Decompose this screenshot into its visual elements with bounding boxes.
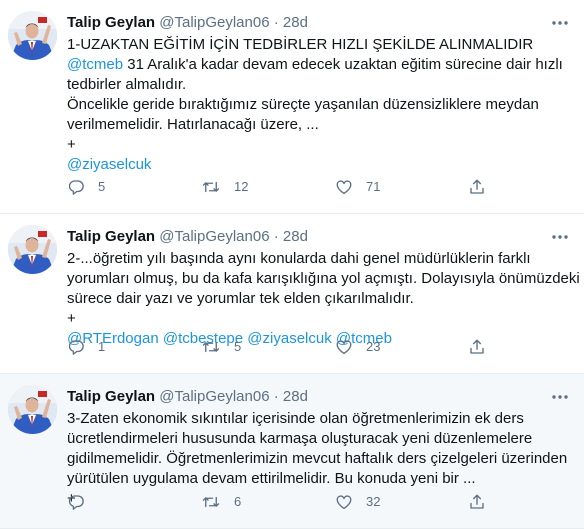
- tweet-text-line: yürütülen uygulama devam ettirilmelidir.…: [67, 469, 572, 489]
- tweet-text-line: @ziyaselcuk: [67, 155, 572, 175]
- tweet-text-line: @tcmeb 31 Aralık'a kadar devam edecek uz…: [67, 55, 572, 75]
- like-button[interactable]: 71: [335, 177, 380, 197]
- likes-count: 23: [366, 339, 381, 354]
- reply-button[interactable]: 1: [67, 337, 105, 357]
- tweet[interactable]: Talip Geylan @TalipGeylan06 · 28d 1-UZAKT…: [0, 0, 584, 214]
- more-dots-icon[interactable]: [548, 387, 572, 407]
- tweet-actions: 5 12 71: [67, 177, 497, 197]
- author-name[interactable]: Talip Geylan: [67, 14, 155, 31]
- likes-count: 71: [366, 179, 381, 194]
- mention-link[interactable]: @ziyaselcuk: [67, 156, 151, 173]
- tweet[interactable]: Talip Geylan @TalipGeylan06 · 28d 2-...öğ…: [0, 214, 584, 374]
- text-segment: yorumları olmuş, bu da kafa karışıklığın…: [67, 270, 580, 287]
- tweet-text-line: +: [67, 135, 572, 155]
- text-segment: tedbirler almalıdır.: [67, 76, 187, 93]
- retweet-button[interactable]: 6: [201, 492, 241, 512]
- text-segment: sürece dair yazı ve yorumlar tek elden ç…: [67, 290, 414, 307]
- share-icon: [468, 338, 486, 356]
- reply-button[interactable]: [67, 492, 85, 512]
- more-dots-icon[interactable]: [548, 227, 572, 247]
- text-segment: 1-UZAKTAN EĞİTİM İÇİN TEDBİRLER HIZLI ŞE…: [67, 36, 534, 53]
- text-segment: ücretlendirmeleri hususunda karmaşa oluş…: [67, 430, 533, 447]
- heart-icon: [335, 178, 353, 196]
- text-segment: 31 Aralık'a kadar devam edecek uzaktan e…: [123, 56, 563, 73]
- tweet-header: Talip Geylan @TalipGeylan06 · 28d: [67, 13, 308, 33]
- separator-dot: ·: [273, 388, 279, 405]
- author-handle[interactable]: @TalipGeylan06: [159, 388, 269, 405]
- text-segment: 2-...öğretim yılı başında aynı konularda…: [67, 250, 531, 267]
- retweet-button[interactable]: 12: [201, 177, 248, 197]
- tweet-text-line: yorumları olmuş, bu da kafa karışıklığın…: [67, 269, 580, 289]
- text-segment: +: [67, 136, 76, 153]
- more-dots-icon[interactable]: [548, 13, 572, 33]
- author-name[interactable]: Talip Geylan: [67, 388, 155, 405]
- tweet-header: Talip Geylan @TalipGeylan06 · 28d: [67, 387, 308, 407]
- text-segment: Öncelikle geride bıraktığımız süreçte ya…: [67, 96, 539, 113]
- heart-icon: [335, 338, 353, 356]
- replies-count: 5: [98, 179, 106, 194]
- retweets-count: 5: [234, 339, 242, 354]
- tweet[interactable]: Talip Geylan @TalipGeylan06 · 28d 3-Zaten…: [0, 374, 584, 529]
- retweet-icon: [201, 178, 221, 196]
- text-segment: gidilmemelidir. Öğretmenlerimizin mevcut…: [67, 450, 568, 467]
- tweet-text-line: +: [67, 309, 572, 329]
- tweet-text-line: Öncelikle geride bıraktığımız süreçte ya…: [67, 95, 572, 115]
- likes-count: 32: [366, 494, 381, 509]
- heart-icon: [335, 493, 353, 511]
- tweet-text-line: 1-UZAKTAN EĞİTİM İÇİN TEDBİRLER HIZLI ŞE…: [67, 35, 572, 55]
- replies-count: 1: [98, 339, 106, 354]
- tweet-time[interactable]: 28d: [283, 228, 308, 245]
- author-handle[interactable]: @TalipGeylan06: [159, 228, 269, 245]
- text-segment: yürütülen uygulama devam ettirilmelidir.…: [67, 470, 476, 487]
- tweet-text-line: sürece dair yazı ve yorumlar tek elden ç…: [67, 289, 572, 309]
- retweets-count: 6: [234, 494, 242, 509]
- reply-icon: [67, 338, 85, 356]
- tweet-header: Talip Geylan @TalipGeylan06 · 28d: [67, 227, 308, 247]
- tweet-actions: 1 5 23: [67, 337, 497, 357]
- reply-icon: [67, 493, 85, 511]
- tweet-text-line: ücretlendirmeleri hususunda karmaşa oluş…: [67, 429, 572, 449]
- share-button[interactable]: [468, 177, 486, 197]
- like-button[interactable]: 23: [335, 337, 380, 357]
- tweet-time[interactable]: 28d: [283, 14, 308, 31]
- reply-icon: [67, 178, 85, 196]
- tweet-text: 2-...öğretim yılı başında aynı konularda…: [67, 249, 580, 349]
- separator-dot: ·: [273, 228, 279, 245]
- avatar[interactable]: [8, 225, 57, 274]
- tweet-actions: 6 32: [67, 492, 497, 512]
- text-segment: verilmemelidir. Hatırlanacağı üzere, ...: [67, 116, 319, 133]
- text-segment: 3-Zaten ekonomik sıkıntılar içerisinde o…: [67, 410, 524, 427]
- retweet-icon: [201, 338, 221, 356]
- text-segment: +: [67, 310, 76, 327]
- author-name[interactable]: Talip Geylan: [67, 228, 155, 245]
- share-icon: [468, 493, 486, 511]
- avatar[interactable]: [8, 11, 57, 60]
- reply-button[interactable]: 5: [67, 177, 105, 197]
- tweet-text-line: verilmemelidir. Hatırlanacağı üzere, ...: [67, 115, 572, 135]
- tweet-text-line: 2-...öğretim yılı başında aynı konularda…: [67, 249, 572, 269]
- share-button[interactable]: [468, 337, 486, 357]
- retweet-button[interactable]: 5: [201, 337, 241, 357]
- retweets-count: 12: [234, 179, 249, 194]
- tweet-time[interactable]: 28d: [283, 388, 308, 405]
- retweet-icon: [201, 493, 221, 511]
- mention-link[interactable]: @tcmeb: [67, 56, 123, 73]
- avatar[interactable]: [8, 385, 57, 434]
- separator-dot: ·: [273, 14, 279, 31]
- tweet-text-line: tedbirler almalıdır.: [67, 75, 572, 95]
- share-button[interactable]: [468, 492, 486, 512]
- tweet-text: 1-UZAKTAN EĞİTİM İÇİN TEDBİRLER HIZLI ŞE…: [67, 35, 572, 175]
- tweet-text-line: gidilmemelidir. Öğretmenlerimizin mevcut…: [67, 449, 572, 469]
- share-icon: [468, 178, 486, 196]
- like-button[interactable]: 32: [335, 492, 380, 512]
- author-handle[interactable]: @TalipGeylan06: [159, 14, 269, 31]
- tweet-text-line: 3-Zaten ekonomik sıkıntılar içerisinde o…: [67, 409, 572, 429]
